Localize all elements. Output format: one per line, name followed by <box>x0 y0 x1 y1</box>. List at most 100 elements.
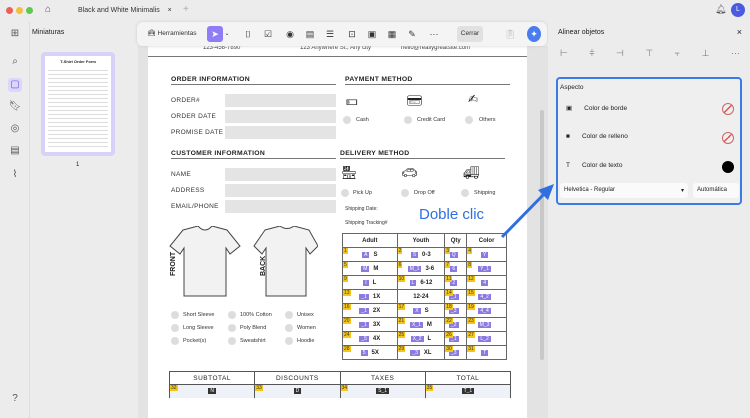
align-left-icon[interactable]: ⊢ <box>560 48 568 59</box>
tools-button[interactable]: 🧰︎ Herramientas <box>141 26 203 42</box>
option-radio[interactable] <box>171 311 179 319</box>
attachment-list-icon[interactable]: ▤ <box>8 144 22 158</box>
size-cell[interactable]: 4Y <box>466 247 507 262</box>
size-cell[interactable]: 31 T <box>466 345 507 360</box>
bookmark-icon[interactable]: 🔖︎ <box>8 100 22 114</box>
option-radio[interactable] <box>171 324 179 332</box>
cash-radio[interactable] <box>343 116 351 124</box>
size-cell[interactable]: 26 _1 <box>444 331 468 346</box>
size-cell[interactable]: 25 X_2 L <box>396 331 446 346</box>
align-middle-icon[interactable]: ⫟ <box>675 48 680 59</box>
fill-color-row[interactable]: ■ Color de relleno <box>566 133 628 140</box>
border-color-row[interactable]: ▣ Color de borde <box>566 104 627 112</box>
button-icon[interactable]: ⊡ <box>345 26 359 42</box>
size-cell[interactable]: 3Q <box>444 247 468 262</box>
email-phone-field[interactable] <box>225 200 336 213</box>
promise-date-field[interactable] <box>225 126 336 139</box>
size-cell[interactable]: 30 _3 <box>444 345 468 360</box>
image-field-icon[interactable]: ▣ <box>365 26 379 42</box>
option-radio[interactable] <box>228 337 236 345</box>
text-field-icon[interactable]: ⌷ <box>241 26 255 42</box>
order-date-field[interactable] <box>225 110 336 123</box>
page-thumbnail[interactable]: T-Shirt Order Form <box>41 52 115 156</box>
option-radio[interactable] <box>285 324 293 332</box>
search-icon[interactable]: ⌕ <box>8 55 22 69</box>
size-cell[interactable]: 9 IL <box>342 275 398 290</box>
radio-button-icon[interactable]: ◉ <box>283 26 297 42</box>
size-cell[interactable]: 11 2 <box>444 275 468 290</box>
size-cell[interactable]: 23 M_3 <box>466 317 507 332</box>
select-tool-button[interactable]: ➤ <box>207 26 223 42</box>
size-cell[interactable]: 2 5 0-3 <box>396 247 446 262</box>
more-icon[interactable]: ··· <box>427 26 441 42</box>
size-cell[interactable]: 15 4_2 <box>466 289 507 304</box>
size-cell[interactable]: 12-24 <box>396 289 446 304</box>
bell-icon[interactable]: 🔔︎ <box>715 4 726 15</box>
size-cell[interactable]: 14 _1 <box>444 289 468 304</box>
size-cell[interactable]: 8 Y_1 <box>466 261 507 276</box>
text-color-swatch[interactable] <box>722 161 734 173</box>
size-cell[interactable]: 16 _1 2X <box>342 303 398 318</box>
size-cell[interactable]: 1 AS <box>342 247 398 262</box>
align-right-icon[interactable]: ⊣ <box>616 48 624 59</box>
total-field[interactable]: 33 D <box>255 385 340 398</box>
dropoff-radio[interactable] <box>401 189 409 197</box>
total-field[interactable]: 32 N <box>170 385 255 398</box>
size-cell[interactable]: 24 _5 4X <box>342 331 398 346</box>
order-number-field[interactable] <box>225 94 336 107</box>
no-fill-swatch[interactable] <box>722 132 734 144</box>
option-radio[interactable] <box>228 324 236 332</box>
chevron-down-icon[interactable]: ⌄ <box>223 26 231 42</box>
size-cell[interactable]: 18 _3 <box>444 303 468 318</box>
new-tab-icon[interactable]: + <box>183 4 189 15</box>
checkbox-icon[interactable]: ☑ <box>261 26 275 42</box>
comment-icon[interactable]: ◎ <box>8 122 22 136</box>
combo-box-icon[interactable]: ▤ <box>303 26 317 42</box>
signature-icon[interactable]: ✎ <box>405 26 419 42</box>
avatar[interactable]: L <box>731 3 745 17</box>
size-cell[interactable]: 17 X S <box>396 303 446 318</box>
list-box-icon[interactable]: ☰ <box>323 26 337 42</box>
paperclip-icon[interactable]: ⌇ <box>8 168 22 182</box>
total-field[interactable]: 34 S_1 <box>340 385 425 398</box>
others-radio[interactable] <box>465 116 473 124</box>
pickup-radio[interactable] <box>341 189 349 197</box>
size-cell[interactable]: 76 <box>444 261 468 276</box>
font-size-stepper[interactable]: Automática <box>693 183 739 198</box>
close-panel-icon[interactable]: × <box>737 27 742 37</box>
minimize-window-button[interactable] <box>16 7 23 14</box>
size-cell[interactable]: 12 4 <box>466 275 507 290</box>
option-radio[interactable] <box>171 337 179 345</box>
option-radio[interactable] <box>228 311 236 319</box>
document-tab[interactable]: Black and White Minimalis × <box>70 4 180 19</box>
shipping-radio[interactable] <box>461 189 469 197</box>
address-field[interactable] <box>225 184 336 197</box>
date-field-icon[interactable]: ▦ <box>385 26 399 42</box>
thumbnails-icon[interactable]: ▢ <box>8 78 22 92</box>
close-window-button[interactable] <box>6 7 13 14</box>
option-radio[interactable] <box>285 311 293 319</box>
option-radio[interactable] <box>285 337 293 345</box>
size-cell[interactable]: 6 M_1 3-6 <box>396 261 446 276</box>
size-cell[interactable]: 19 4_4 <box>466 303 507 318</box>
size-cell[interactable]: 5 MM <box>342 261 398 276</box>
align-top-icon[interactable]: ⊤ <box>645 48 653 59</box>
close-tab-icon[interactable]: × <box>168 7 172 14</box>
align-center-icon[interactable]: ⫩ <box>589 48 594 59</box>
zoom-window-button[interactable] <box>26 7 33 14</box>
ai-assistant-icon[interactable]: ✦ <box>527 26 541 42</box>
size-cell[interactable]: 22 _2 <box>444 317 468 332</box>
clipboard-icon[interactable]: 📋︎ <box>503 26 517 42</box>
size-cell[interactable]: 21 X_1 M <box>396 317 446 332</box>
no-color-swatch[interactable] <box>722 103 734 115</box>
size-cell[interactable]: 27 L_2 <box>466 331 507 346</box>
text-color-row[interactable]: T Color de texto <box>566 162 622 169</box>
help-icon[interactable]: ? <box>8 392 22 406</box>
credit-card-radio[interactable] <box>404 116 412 124</box>
more-align-icon[interactable]: ··· <box>731 48 740 59</box>
size-cell[interactable]: 29 _3 XL <box>396 345 446 360</box>
size-cell[interactable]: 28 5 5X <box>342 345 398 360</box>
size-cell[interactable]: 13 _1 1X <box>342 289 398 304</box>
name-field[interactable] <box>225 168 336 181</box>
home-icon[interactable]: ⌂ <box>45 4 51 15</box>
